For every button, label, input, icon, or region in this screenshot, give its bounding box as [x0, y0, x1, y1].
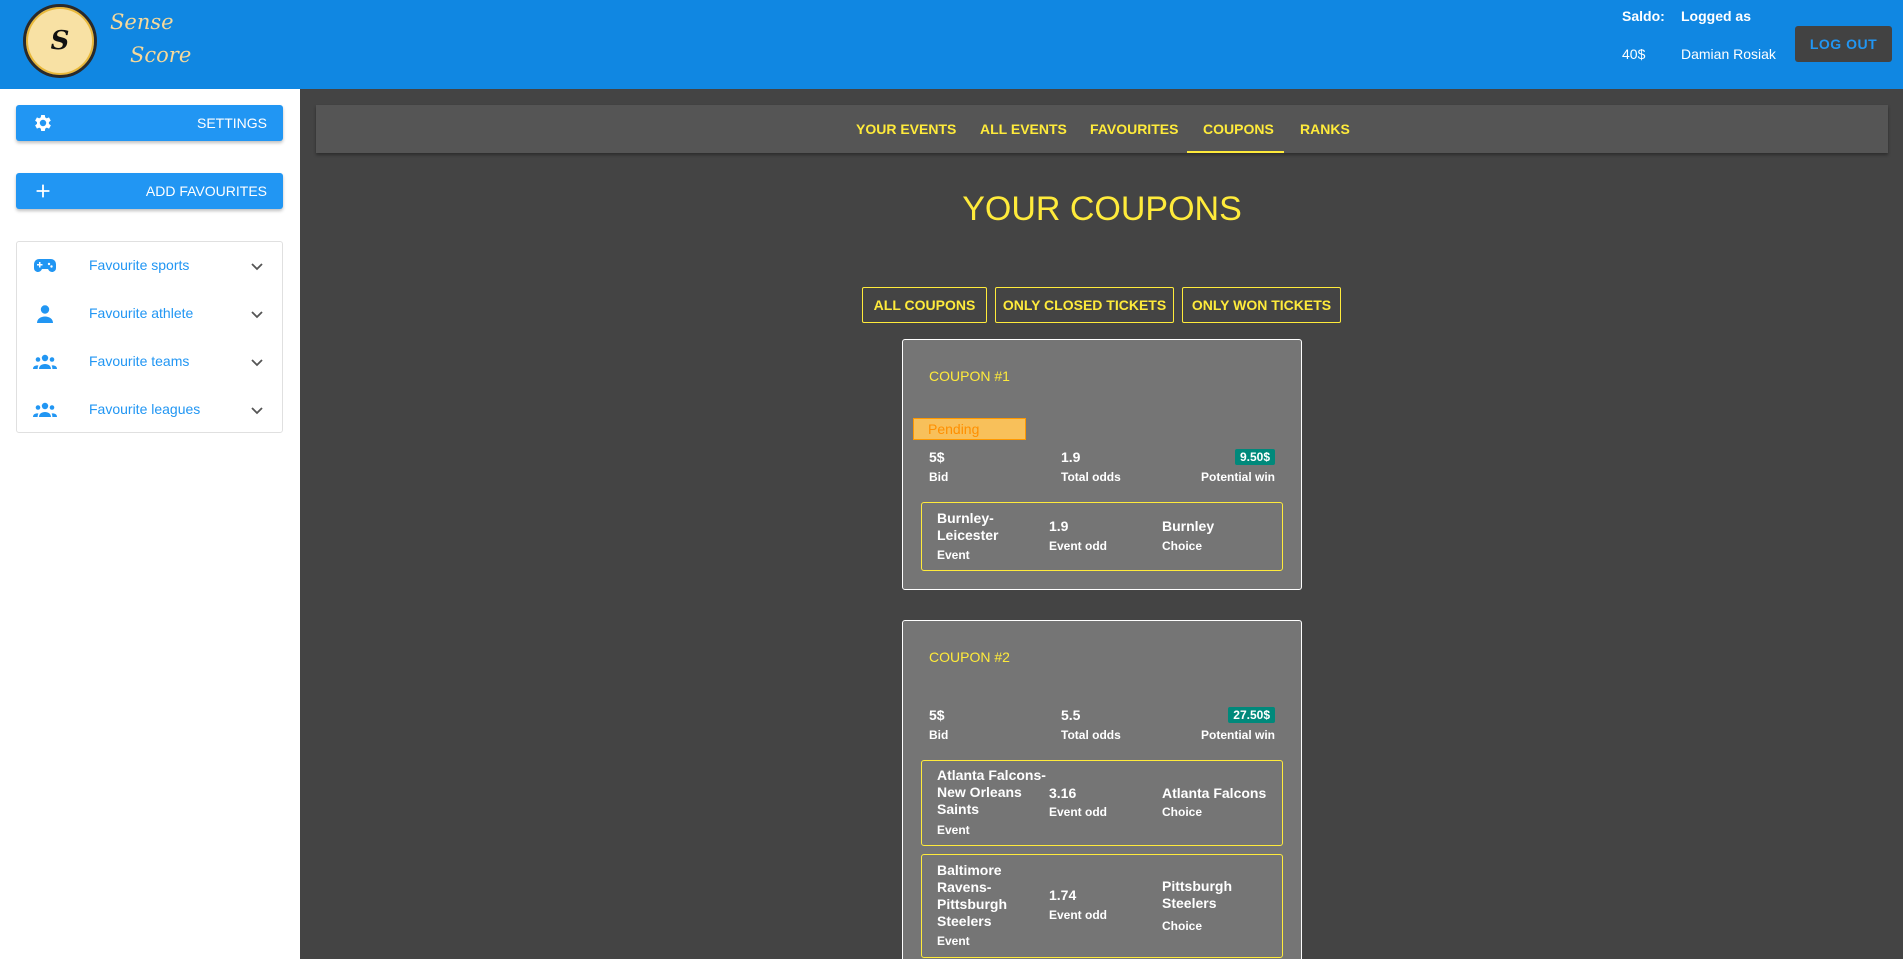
favourite-leagues-label: Favourite leagues — [89, 401, 201, 417]
all-coupons-button[interactable]: ALL COUPONS — [862, 287, 987, 323]
logged-user-name: Damian Rosiak — [1681, 46, 1776, 62]
bet-odd-label: Event odd — [1049, 539, 1108, 553]
main-tabs: YOUR EVENTS ALL EVENTS FAVOURITES COUPON… — [316, 105, 1888, 153]
chevron-down-icon — [251, 407, 263, 415]
bid-label: Bid — [929, 470, 949, 484]
favourite-sports-item[interactable]: Favourite sports — [17, 242, 282, 290]
chevron-down-icon — [251, 359, 263, 367]
tab-ranks[interactable]: RANKS — [1300, 121, 1350, 137]
bet-event: Baltimore Ravens-Pittsburgh Steelers — [937, 862, 1007, 929]
bet-choice-label: Choice — [1162, 919, 1203, 933]
favourite-athlete-label: Favourite athlete — [89, 305, 194, 321]
coupon-card: COUPON #2 5$ Bid 5.5 Total odds 27.50$ P… — [902, 620, 1302, 959]
only-won-tickets-button[interactable]: ONLY WON TICKETS — [1182, 287, 1341, 323]
bet-odd: 1.9 — [1049, 518, 1069, 534]
settings-label: SETTINGS — [196, 115, 267, 131]
logo[interactable]: S — [23, 4, 97, 78]
add-favourites-button[interactable]: ADD FAVOURITES — [16, 173, 283, 209]
group-icon — [33, 402, 57, 417]
favourite-leagues-item[interactable]: Favourite leagues — [17, 386, 282, 434]
bet-item: Atlanta Falcons-New Orleans Saints Event… — [921, 760, 1283, 846]
bet-choice: Atlanta Falcons — [1162, 785, 1267, 801]
chevron-down-icon — [251, 263, 263, 271]
gear-icon — [35, 115, 51, 131]
bet-item: Baltimore Ravens-Pittsburgh Steelers Eve… — [921, 854, 1283, 958]
bet-choice-label: Choice — [1162, 805, 1203, 819]
add-favourites-label: ADD FAVOURITES — [145, 183, 267, 199]
coupon-card: COUPON #1 Pending 5$ Bid 1.9 Total odds … — [902, 339, 1302, 590]
bet-choice: Pittsburgh Steelers — [1162, 878, 1232, 911]
logo-word-1: Sense — [110, 10, 174, 34]
tab-coupons[interactable]: COUPONS — [1203, 121, 1274, 137]
person-icon — [37, 305, 53, 323]
favourite-teams-label: Favourite teams — [89, 353, 190, 369]
saldo-value: 40$ — [1622, 46, 1646, 62]
saldo-label: Saldo: — [1622, 8, 1665, 24]
favourites-list: Favourite sports Favourite athlete Favou… — [16, 241, 283, 433]
favourite-athlete-item[interactable]: Favourite athlete — [17, 290, 282, 338]
tab-your-events[interactable]: YOUR EVENTS — [856, 121, 956, 137]
coupon-title: COUPON #2 — [929, 649, 1010, 665]
bet-odd: 1.74 — [1049, 887, 1077, 903]
only-closed-tickets-button[interactable]: ONLY CLOSED TICKETS — [995, 287, 1174, 323]
logo-word-2: Score — [130, 43, 192, 67]
bet-odd-label: Event odd — [1049, 908, 1108, 922]
logged-as-label: Logged as — [1681, 8, 1752, 24]
bet-choice-label: Choice — [1162, 539, 1203, 553]
favourite-teams-item[interactable]: Favourite teams — [17, 338, 282, 386]
status-badge: Pending — [913, 418, 1026, 440]
active-tab-indicator — [1187, 151, 1284, 153]
plus-icon — [36, 184, 50, 198]
chevron-down-icon — [251, 311, 263, 319]
bet-event-label: Event — [937, 548, 970, 562]
top-header: S Sense Score Saldo: 40$ Logged as Damia… — [0, 0, 1903, 89]
bet-event: Burnley-Leicester — [937, 510, 999, 543]
group-icon — [33, 354, 57, 369]
bid-value: 5$ — [929, 707, 945, 723]
bet-item: Burnley-Leicester Event 1.9 Event odd Bu… — [921, 502, 1283, 571]
logo-letter: S — [50, 26, 70, 56]
tab-all-events[interactable]: ALL EVENTS — [980, 121, 1067, 137]
settings-button[interactable]: SETTINGS — [16, 105, 283, 141]
bet-choice: Burnley — [1162, 518, 1215, 534]
potential-win-badge: 9.50$ — [1234, 449, 1275, 465]
coupon-title: COUPON #1 — [929, 368, 1010, 384]
bet-odd: 3.16 — [1049, 785, 1077, 801]
bid-value: 5$ — [929, 449, 945, 465]
page-title: YOUR COUPONS — [962, 190, 1242, 228]
bet-event-label: Event — [937, 823, 970, 837]
bet-event-label: Event — [937, 934, 970, 948]
total-odds-label: Total odds — [1061, 728, 1121, 742]
total-odds-label: Total odds — [1061, 470, 1121, 484]
bet-odd-label: Event odd — [1049, 805, 1108, 819]
gamepad-icon — [34, 259, 56, 272]
favourite-sports-label: Favourite sports — [89, 257, 190, 273]
sidebar: SETTINGS ADD FAVOURITES Favourite sports… — [0, 89, 300, 959]
total-odds-value: 5.5 — [1061, 707, 1081, 723]
potential-win-label: Potential win — [1200, 470, 1275, 484]
bet-event: Atlanta Falcons-New Orleans Saints — [937, 767, 1046, 817]
bid-label: Bid — [929, 728, 949, 742]
potential-win-label: Potential win — [1200, 728, 1275, 742]
logout-button[interactable]: LOG OUT — [1795, 26, 1892, 62]
total-odds-value: 1.9 — [1061, 449, 1081, 465]
potential-win-badge: 27.50$ — [1228, 707, 1275, 723]
tab-favourites[interactable]: FAVOURITES — [1090, 121, 1178, 137]
